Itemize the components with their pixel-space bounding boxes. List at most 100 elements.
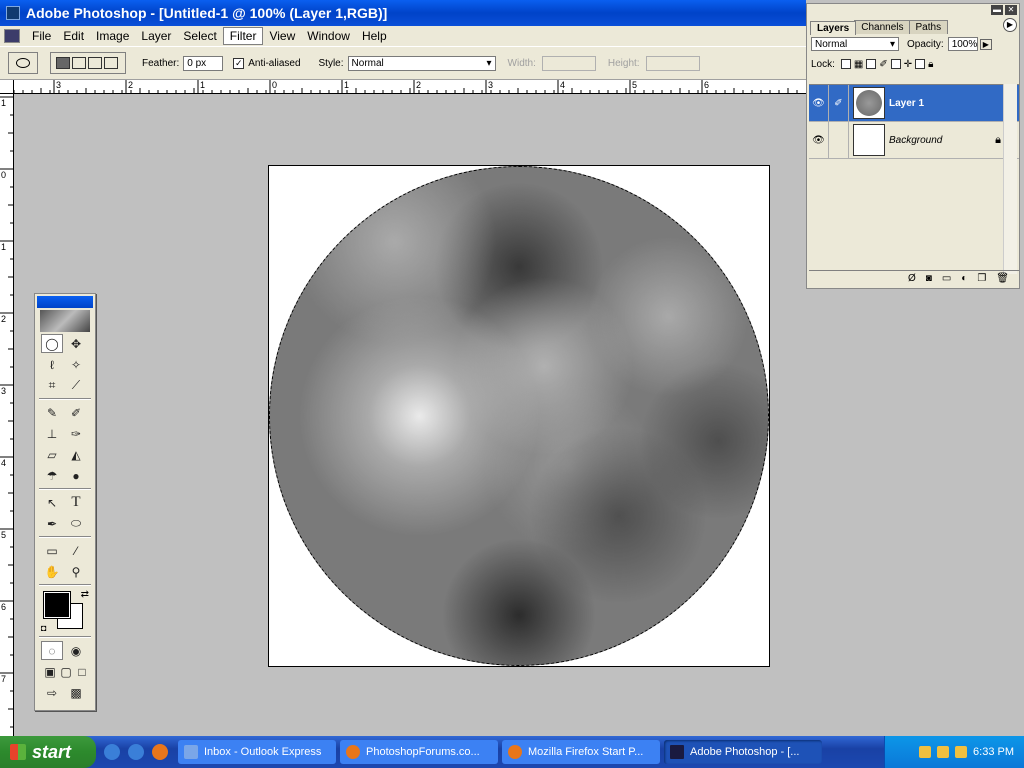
style-select[interactable]: Normal ▾ [347, 55, 496, 71]
vertical-ruler[interactable]: 1 0 1 2 3 4 5 6 7 [0, 94, 14, 736]
ruler-origin[interactable] [0, 80, 14, 94]
tab-layers[interactable]: Layers [810, 21, 857, 35]
tray-network-icon[interactable] [919, 746, 932, 758]
layer-row-layer-1[interactable]: 👁︎ ✐ Layer 1 [809, 84, 1019, 122]
dodge-tool-icon[interactable]: ● [65, 466, 87, 485]
blend-mode-value: Normal [815, 38, 848, 50]
tab-channels[interactable]: Channels [854, 20, 911, 34]
lock-image-checkbox[interactable] [866, 59, 877, 69]
paint-bucket-tool-icon[interactable]: ◭ [65, 445, 87, 464]
menu-file[interactable]: File [26, 28, 57, 44]
lock-position-checkbox[interactable] [890, 59, 901, 69]
cloud-sphere-selection[interactable] [269, 166, 769, 666]
jump-to-imageready-icon[interactable]: ⇨ [41, 683, 63, 702]
menu-filter[interactable]: Filter [222, 27, 264, 45]
internet-explorer-icon[interactable] [104, 744, 120, 760]
healing-brush-tool-icon[interactable]: ✎ [41, 403, 63, 422]
slice-tool-icon[interactable]: ⟋ [65, 376, 87, 395]
clone-stamp-tool-icon[interactable]: ⊥ [41, 424, 63, 443]
document-canvas[interactable] [268, 165, 770, 667]
menu-image[interactable]: Image [90, 28, 135, 44]
tab-paths[interactable]: Paths [908, 20, 949, 34]
minimize-icon[interactable]: ▬ [991, 5, 1003, 15]
eraser-tool-icon[interactable]: ▱ [41, 445, 63, 464]
firefox-icon[interactable] [152, 744, 168, 760]
new-layer-icon[interactable]: ❐ [977, 273, 986, 284]
title-bar[interactable]: Adobe Photoshop - [Untitled-1 @ 100% (La… [0, 0, 806, 26]
add-mask-icon[interactable]: ◙ [926, 273, 932, 284]
zoom-tool-icon[interactable]: ⚲ [65, 562, 87, 581]
imageready-icon[interactable]: ▩ [65, 683, 87, 702]
hand-tool-icon[interactable]: ✋ [41, 562, 63, 581]
tool-preset-picker[interactable] [8, 52, 38, 74]
toolbox-title-bar[interactable] [37, 296, 93, 308]
magic-wand-tool-icon[interactable]: ✧ [65, 355, 87, 374]
swap-colors-icon[interactable]: ⇄ [81, 589, 89, 600]
menu-select[interactable]: Select [177, 28, 222, 44]
menu-layer[interactable]: Layer [135, 28, 177, 44]
photoshop-logo[interactable] [40, 310, 90, 332]
history-brush-tool-icon[interactable]: ✑ [65, 424, 87, 443]
move-tool-icon[interactable]: ✥ [65, 334, 87, 353]
opacity-slider-arrow-icon[interactable]: ▶ [979, 38, 992, 50]
notes-tool-icon[interactable]: ▭ [41, 541, 63, 560]
menu-window[interactable]: Window [301, 28, 356, 44]
quick-mask-mode-icon[interactable]: ◉ [65, 641, 87, 660]
standard-screen-mode-icon[interactable]: ▣ [43, 662, 57, 681]
crop-tool-icon[interactable]: ⌗ [41, 376, 63, 395]
type-tool-icon[interactable]: T [65, 493, 87, 512]
path-selection-tool-icon[interactable]: ↖ [41, 493, 63, 512]
opacity-input[interactable]: 100% [947, 37, 978, 51]
add-to-selection-icon[interactable] [72, 57, 86, 69]
close-icon[interactable]: ✕ [1005, 5, 1017, 15]
document-icon[interactable] [4, 29, 20, 43]
brush-icon[interactable]: ✐ [829, 84, 849, 122]
messenger-icon[interactable] [128, 744, 144, 760]
palette-menu-icon[interactable]: ▶ [1003, 18, 1017, 32]
intersect-selection-icon[interactable] [104, 57, 118, 69]
foreground-color-swatch[interactable] [43, 591, 71, 619]
layer-style-icon[interactable]: Ø [908, 273, 916, 284]
menu-help[interactable]: Help [356, 28, 393, 44]
adjustment-layer-icon[interactable]: ◐ [961, 273, 967, 284]
tray-app-icon[interactable] [955, 746, 968, 758]
eye-icon[interactable]: 👁︎ [809, 121, 829, 159]
new-selection-icon[interactable] [56, 57, 70, 69]
start-button[interactable]: start [0, 736, 96, 768]
pen-tool-icon[interactable]: ✒ [41, 514, 63, 533]
width-input[interactable] [541, 55, 596, 71]
horizontal-ruler[interactable]: 3 2 1 0 1 2 3 4 5 6 [14, 80, 806, 94]
subtract-from-selection-icon[interactable] [88, 57, 102, 69]
task-photoshopforums[interactable]: PhotoshopForums.co... [340, 740, 498, 764]
trash-icon[interactable]: 🗑︎ [996, 273, 1009, 284]
lock-transparency-checkbox[interactable] [840, 59, 851, 69]
palette-title-bar[interactable]: ▬ ✕ [807, 4, 1019, 16]
link-slot[interactable] [829, 121, 849, 159]
brush-tool-icon[interactable]: ✐ [65, 403, 87, 422]
height-input[interactable] [645, 55, 700, 71]
default-colors-icon[interactable]: ◘ [41, 623, 46, 633]
ellipse-shape-tool-icon[interactable]: ⬭ [65, 514, 87, 533]
task-outlook-express[interactable]: Inbox - Outlook Express [178, 740, 336, 764]
blend-mode-select[interactable]: Normal ▾ [811, 37, 899, 51]
task-photoshop[interactable]: Adobe Photoshop - [... [664, 740, 822, 764]
lock-all-checkbox[interactable] [915, 59, 926, 69]
tray-volume-icon[interactable] [937, 746, 950, 758]
task-firefox-start[interactable]: Mozilla Firefox Start P... [502, 740, 660, 764]
elliptical-marquee-tool-icon[interactable]: ◯ [41, 334, 63, 353]
blur-tool-icon[interactable]: ☂ [41, 466, 63, 485]
full-screen-menu-mode-icon[interactable]: ▢ [59, 662, 73, 681]
new-set-icon[interactable]: ▭ [942, 273, 951, 284]
layers-scrollbar[interactable] [1003, 84, 1017, 274]
standard-mode-icon[interactable]: ◌ [41, 641, 63, 660]
menu-edit[interactable]: Edit [57, 28, 90, 44]
eyedropper-tool-icon[interactable]: ⁄ [65, 541, 87, 560]
menu-view[interactable]: View [263, 28, 301, 44]
lasso-tool-icon[interactable]: ℓ [41, 355, 63, 374]
eye-icon[interactable]: 👁︎ [809, 84, 829, 122]
layer-row-background[interactable]: 👁︎ Background 🔒︎ [809, 121, 1019, 159]
clock[interactable]: 6:33 PM [973, 746, 1014, 758]
full-screen-mode-icon[interactable]: □ [75, 662, 89, 681]
feather-input[interactable]: 0 px [183, 55, 224, 71]
anti-aliased-checkbox[interactable]: ✓ [233, 57, 245, 69]
